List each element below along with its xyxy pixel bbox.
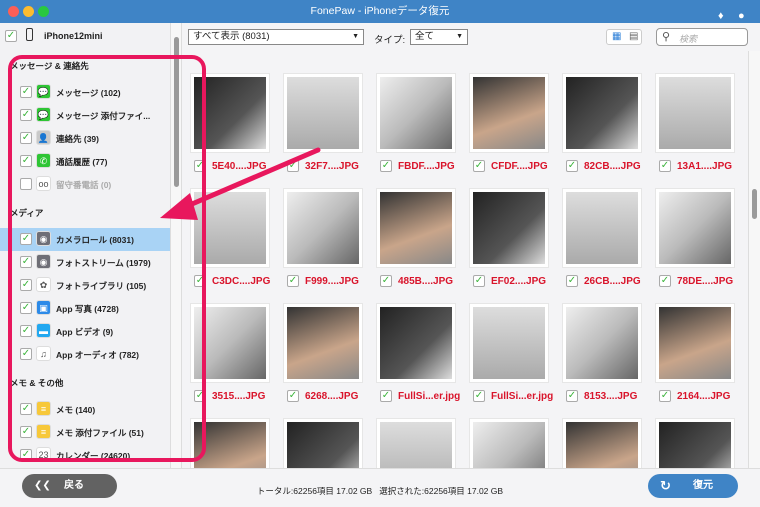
annotation-arrow (160, 147, 321, 220)
